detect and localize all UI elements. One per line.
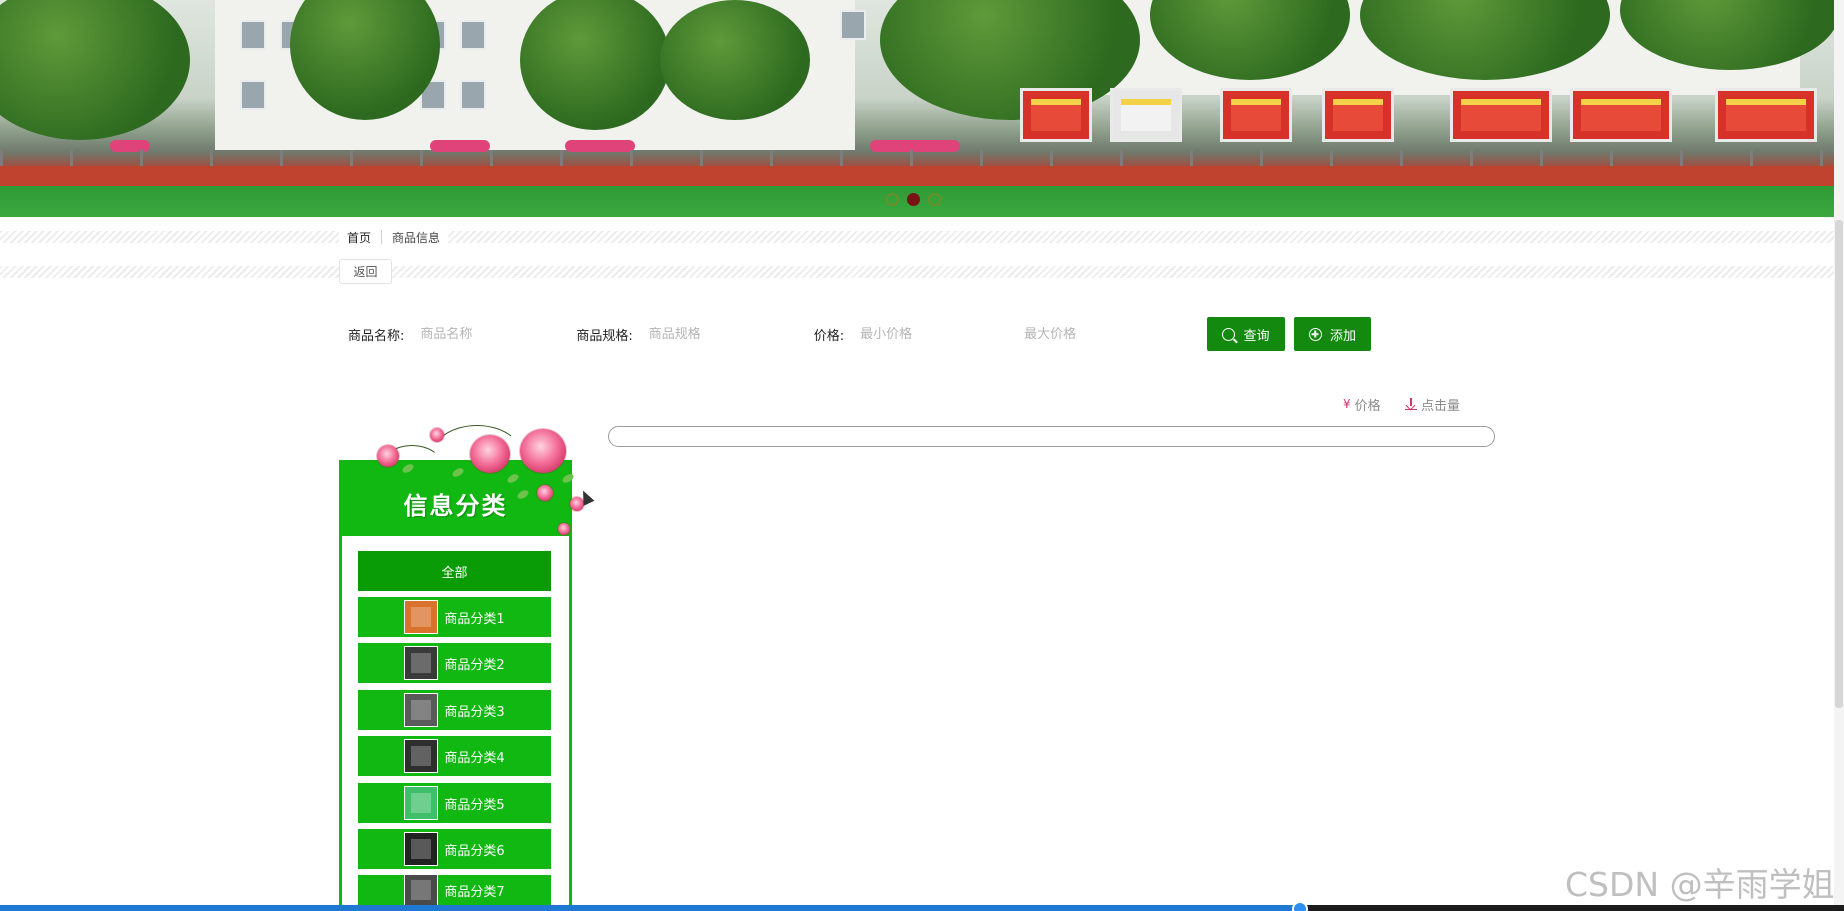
sort-by-clicks[interactable]: 点击量 (1405, 395, 1461, 414)
banner-track (0, 166, 1834, 186)
category-item-6[interactable]: 商品分类6 (358, 829, 551, 869)
product-name-input[interactable] (420, 326, 577, 342)
price-label: 价格: (813, 328, 845, 344)
breadcrumb: 首页 商品信息 (339, 226, 449, 248)
rose-decoration (430, 428, 444, 442)
download-arrow-icon (1405, 398, 1417, 410)
category-thumbnail (404, 786, 439, 820)
breadcrumb-home-link[interactable]: 首页 (347, 229, 371, 246)
product-list-container (608, 426, 1495, 447)
category-thumbnail (404, 600, 439, 634)
banner-window (460, 20, 486, 50)
breadcrumb-divider (0, 231, 1834, 243)
rose-decoration (470, 435, 510, 473)
category-item-label: 商品分类4 (444, 750, 505, 766)
query-button[interactable]: 查询 (1207, 317, 1285, 351)
banner-board (1450, 88, 1552, 142)
vertical-scrollbar[interactable] (1834, 0, 1844, 905)
yen-icon: ¥ (1343, 397, 1351, 411)
category-item-5[interactable]: 商品分类5 (358, 783, 551, 823)
banner-tree (880, 0, 1140, 120)
leaf-decoration (516, 488, 530, 501)
search-form: 商品名称: 商品规格: 价格: (348, 317, 1175, 351)
banner-board (1020, 88, 1092, 142)
vertical-scroll-thumb[interactable] (1835, 220, 1843, 708)
progress-fill (0, 905, 1300, 911)
watermark: CSDN @辛雨学姐 (1565, 865, 1835, 904)
category-thumbnail (404, 646, 439, 680)
banner-tree (660, 0, 810, 120)
banner-board (1570, 88, 1672, 142)
breadcrumb-current[interactable]: 商品信息 (392, 229, 440, 246)
back-row-divider (0, 266, 1834, 278)
rose-decoration (372, 425, 584, 535)
category-thumbnail (404, 832, 439, 866)
horizontal-progress-bar[interactable] (0, 901, 1844, 911)
back-button[interactable]: 返回 (339, 259, 392, 284)
banner-board (1322, 88, 1394, 142)
search-icon (1222, 327, 1236, 341)
banner-board (1220, 88, 1292, 142)
banner-window (840, 10, 866, 40)
product-spec-input[interactable] (648, 326, 814, 342)
category-item-label: 商品分类1 (444, 611, 505, 627)
carousel-dot-1[interactable] (886, 193, 899, 206)
sort-price-label: 价格 (1354, 398, 1381, 414)
progress-knob[interactable] (1292, 901, 1308, 911)
rose-decoration (377, 445, 399, 467)
category-item-4[interactable]: 商品分类4 (358, 736, 551, 776)
product-name-label: 商品名称: (348, 328, 405, 344)
leaf-decoration (561, 472, 575, 485)
rose-decoration (537, 485, 553, 501)
banner-window (460, 80, 486, 110)
category-item-label: 商品分类2 (444, 657, 505, 673)
category-item-label: 商品分类6 (444, 843, 505, 859)
banner-window (240, 80, 266, 110)
category-item-3[interactable]: 商品分类3 (358, 690, 551, 730)
category-item-label: 商品分类3 (444, 704, 505, 720)
min-price-input[interactable] (860, 326, 1025, 342)
category-item-1[interactable]: 商品分类1 (358, 597, 551, 637)
rose-decoration (558, 523, 570, 535)
sort-clicks-label: 点击量 (1421, 398, 1461, 414)
add-button-label: 添加 (1329, 328, 1356, 344)
product-spec-label: 商品规格: (576, 328, 633, 344)
category-all-label: 全部 (441, 565, 468, 581)
category-thumbnail (404, 693, 439, 727)
category-all-button[interactable]: 全部 (358, 551, 551, 591)
category-item-label: 商品分类7 (444, 884, 505, 900)
query-button-label: 查询 (1243, 328, 1270, 344)
rose-decoration (520, 429, 566, 473)
add-circle-icon (1308, 327, 1322, 341)
category-thumbnail (404, 875, 439, 905)
add-button[interactable]: 添加 (1294, 317, 1371, 351)
carousel-indicators (886, 193, 941, 206)
banner-carousel[interactable] (0, 0, 1834, 217)
banner-board (1110, 88, 1182, 142)
sort-by-price[interactable]: ¥ 价格 (1343, 395, 1381, 414)
carousel-dot-2[interactable] (907, 193, 920, 206)
category-item-7[interactable]: 商品分类7 (358, 875, 551, 905)
breadcrumb-separator (381, 230, 383, 244)
category-item-label: 商品分类5 (444, 797, 505, 813)
category-item-2[interactable]: 商品分类2 (358, 643, 551, 683)
banner-tree (0, 0, 190, 140)
carousel-dot-3[interactable] (928, 193, 941, 206)
category-thumbnail (404, 739, 439, 773)
banner-window (240, 20, 266, 50)
max-price-input[interactable] (1024, 326, 1175, 342)
banner-board (1715, 88, 1817, 142)
